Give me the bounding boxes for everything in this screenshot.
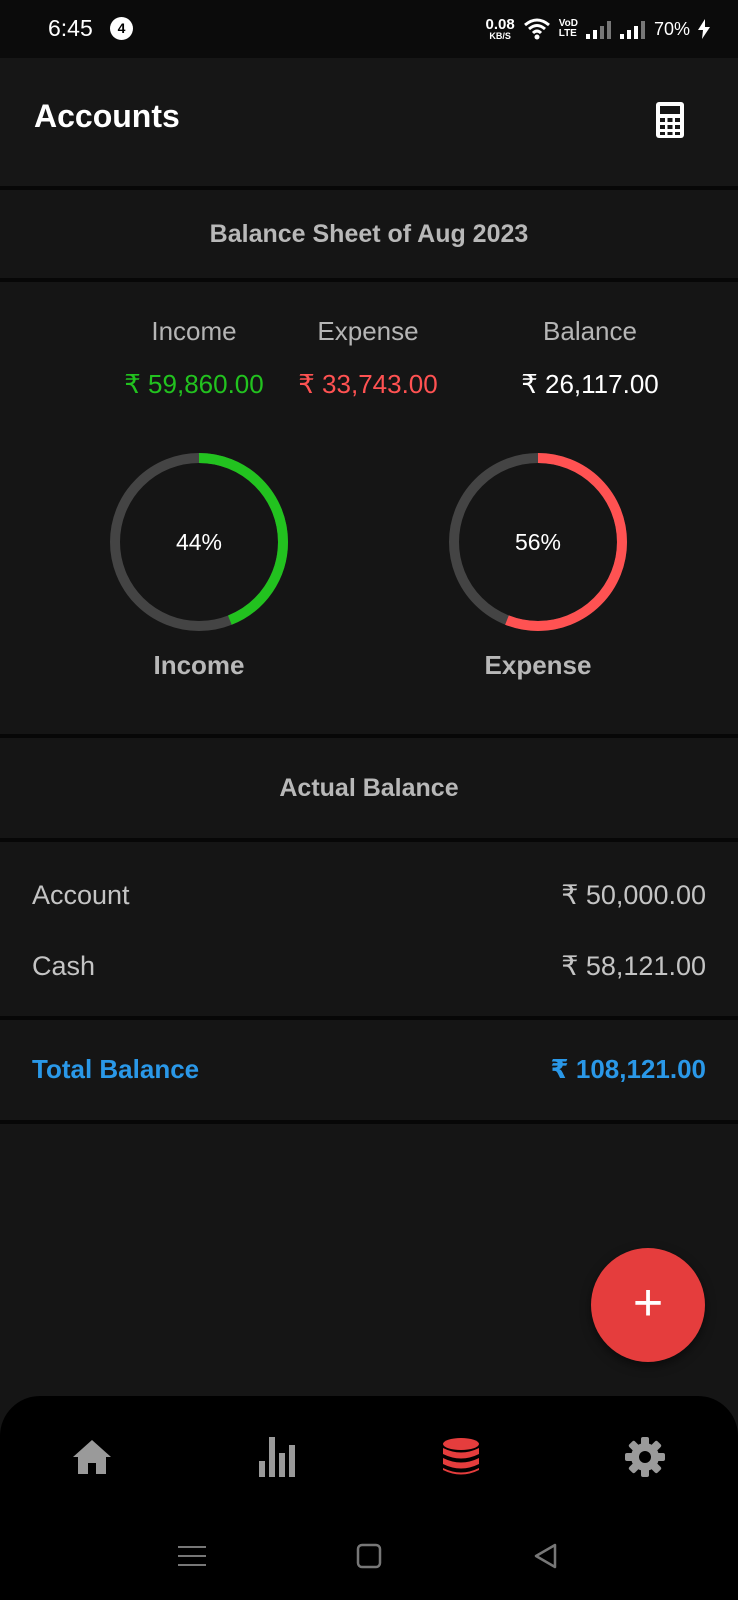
- accounts-icon: [443, 1438, 479, 1475]
- system-menu-button[interactable]: [172, 1536, 212, 1576]
- status-icons: 0.08 KB/S VoD LTE 70%: [486, 12, 710, 46]
- divider: [0, 1120, 738, 1124]
- system-home-button[interactable]: [349, 1536, 389, 1576]
- balance-row-amount: ₹ 50,000.00: [561, 880, 706, 910]
- balance-sheet-title: Balance Sheet of Aug 2023: [0, 190, 738, 278]
- divider: [0, 1016, 738, 1020]
- app-header: Accounts: [0, 58, 738, 188]
- back-icon: [534, 1543, 557, 1569]
- volte-indicator: VoD LTE: [559, 19, 578, 39]
- bottom-nav: [0, 1396, 738, 1512]
- actual-balance-title: Actual Balance: [0, 744, 738, 832]
- system-nav-bar: [0, 1512, 738, 1600]
- divider: [0, 838, 738, 842]
- system-back-button[interactable]: [526, 1536, 566, 1576]
- expense-value: ₹ 33,743.00: [298, 369, 438, 399]
- home-icon: [73, 1440, 111, 1474]
- signal-icon-sim2: [619, 21, 645, 39]
- status-time: 6:45: [48, 15, 93, 41]
- settings-icon: [625, 1437, 665, 1477]
- battery-percent: 70%: [653, 18, 690, 39]
- divider: [0, 734, 738, 738]
- income-ring-percent: 44%: [175, 529, 223, 555]
- balance-row-name: Cash: [32, 951, 96, 981]
- nav-home[interactable]: [67, 1432, 117, 1482]
- balance-row-cash[interactable]: Cash ₹ 58,121.00: [32, 951, 706, 982]
- net-speed-unit: KB/S: [489, 31, 511, 41]
- total-balance-row: Total Balance ₹ 108,121.00: [32, 1054, 706, 1085]
- status-bar: 6:45 4 0.08 KB/S VoD LTE 70%: [0, 0, 738, 58]
- menu-icon: [178, 1546, 206, 1566]
- expense-label: Expense: [317, 316, 419, 346]
- divider: [0, 278, 738, 282]
- net-speed-value: 0.08: [485, 16, 515, 33]
- balance-label: Balance: [543, 316, 637, 346]
- balance-value: ₹ 26,117.00: [521, 369, 659, 399]
- total-balance-amount: ₹ 108,121.00: [550, 1054, 706, 1084]
- income-value: ₹ 59,860.00: [124, 369, 264, 399]
- page-title: Accounts: [34, 98, 180, 134]
- expense-summary: Expense ₹ 33,743.00: [268, 316, 468, 400]
- income-label: Income: [151, 316, 237, 346]
- net-speed: 0.08 KB/S: [486, 17, 515, 41]
- volte-line2: LTE: [558, 28, 577, 39]
- notification-badge: 4: [110, 17, 133, 40]
- stats-icon: [259, 1437, 295, 1477]
- income-ring: 44%: [104, 447, 294, 637]
- nav-stats[interactable]: [252, 1432, 302, 1482]
- expense-ring-percent: 56%: [514, 529, 562, 555]
- calculator-icon[interactable]: [656, 102, 684, 138]
- balance-summary-col: Balance ₹ 26,117.00: [490, 316, 690, 400]
- charging-icon: [698, 19, 710, 39]
- add-transaction-button[interactable]: +: [591, 1248, 705, 1362]
- total-balance-label: Total Balance: [32, 1054, 200, 1084]
- balance-row-name: Account: [32, 880, 130, 910]
- wifi-icon: [523, 18, 550, 40]
- income-ring-label: Income: [153, 650, 245, 680]
- nav-accounts[interactable]: [436, 1432, 486, 1482]
- expense-ring-label: Expense: [484, 650, 592, 680]
- balance-row-amount: ₹ 58,121.00: [561, 951, 706, 981]
- expense-ring: 56%: [443, 447, 633, 637]
- signal-icon-sim1: [585, 21, 611, 39]
- balance-row-account[interactable]: Account ₹ 50,000.00: [32, 880, 706, 911]
- plus-icon: +: [632, 1274, 664, 1332]
- income-summary: Income ₹ 59,860.00: [94, 316, 294, 400]
- nav-settings[interactable]: [620, 1432, 670, 1482]
- home-square-icon: [356, 1543, 382, 1569]
